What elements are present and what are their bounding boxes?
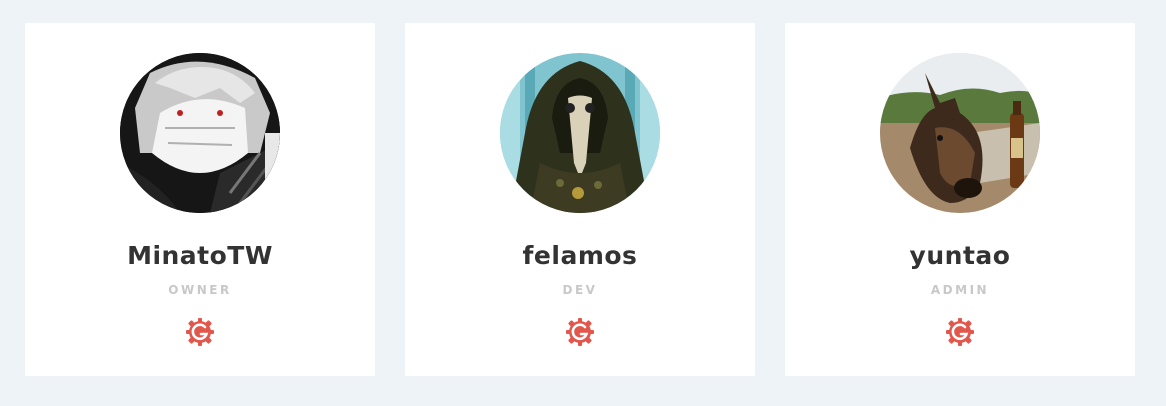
plague-doctor-avatar-icon [500, 53, 660, 213]
member-name: yuntao [909, 241, 1011, 270]
team-card-yuntao: yuntao ADMIN [785, 23, 1135, 376]
team-card-minatotw: MinatoTW OWNER [25, 23, 375, 376]
avatar [120, 53, 280, 213]
gitlab-gear-icon[interactable] [944, 316, 976, 348]
gitlab-gear-icon[interactable] [564, 316, 596, 348]
member-role: ADMIN [930, 283, 990, 297]
team-card-felamos: felamos DEV [405, 23, 755, 376]
anime-masked-character-avatar-icon [120, 53, 280, 213]
avatar [880, 53, 1040, 213]
member-role: OWNER [168, 283, 232, 297]
gitlab-gear-icon[interactable] [184, 316, 216, 348]
avatar [500, 53, 660, 213]
team-section: MinatoTW OWNER felamos DEV yuntao ADMIN [0, 0, 1166, 406]
member-name: MinatoTW [127, 241, 273, 270]
donkey-with-beer-avatar-icon [880, 53, 1040, 213]
member-name: felamos [522, 241, 638, 270]
member-role: DEV [562, 283, 598, 297]
